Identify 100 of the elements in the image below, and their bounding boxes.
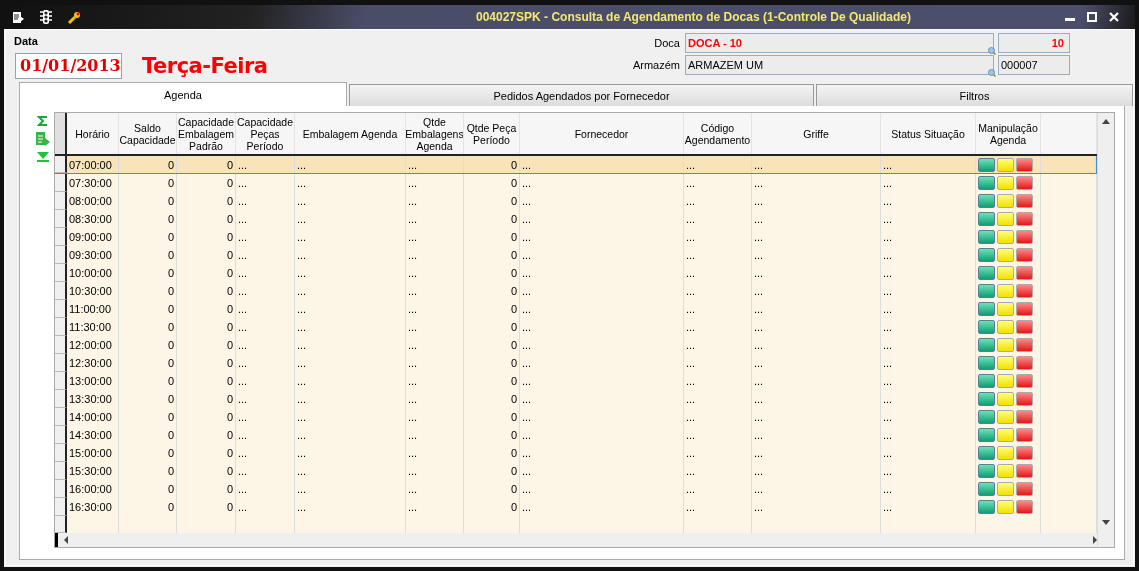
column-header[interactable]: Horário <box>67 113 119 154</box>
row-header[interactable] <box>55 408 67 426</box>
action-button[interactable] <box>978 230 995 244</box>
action-button[interactable] <box>1016 446 1033 460</box>
row-header[interactable] <box>55 426 67 444</box>
table-row[interactable]: 15:30:00 0 0 ... ... ... 0 ... ... ... ... <box>55 462 1097 480</box>
action-button[interactable] <box>978 266 995 280</box>
action-button[interactable] <box>978 284 995 298</box>
table-row[interactable]: 11:00:00 0 0 ... ... ... 0 ... ... ... ... <box>55 300 1097 318</box>
action-button[interactable] <box>997 284 1014 298</box>
traffic-light-icon[interactable] <box>39 9 53 25</box>
sigma-icon[interactable] <box>37 115 49 127</box>
action-button[interactable] <box>997 302 1014 316</box>
row-header[interactable] <box>55 192 67 210</box>
action-button[interactable] <box>997 157 1014 172</box>
document-arrow-icon[interactable] <box>12 10 25 24</box>
maximize-icon[interactable] <box>1087 12 1097 22</box>
tab[interactable]: Filtros <box>816 84 1133 106</box>
table-row[interactable]: 14:00:00 0 0 ... ... ... 0 ... ... ... ... <box>55 408 1097 426</box>
row-header[interactable] <box>55 246 67 264</box>
row-header[interactable] <box>55 300 67 318</box>
date-field[interactable]: 01/01/2013 <box>15 53 122 79</box>
table-row[interactable]: 12:00:00 0 0 ... ... ... 0 ... ... ... ... <box>55 336 1097 354</box>
action-button[interactable] <box>1016 176 1033 190</box>
table-row[interactable]: 08:30:00 0 0 ... ... ... 0 ... ... ... ... <box>55 210 1097 228</box>
wrench-icon[interactable] <box>67 9 82 25</box>
action-button[interactable] <box>978 482 995 496</box>
action-button[interactable] <box>978 392 995 406</box>
action-button[interactable] <box>978 500 995 514</box>
action-button[interactable] <box>978 320 995 334</box>
table-row[interactable]: 09:30:00 0 0 ... ... ... 0 ... ... ... ... <box>55 246 1097 264</box>
action-button[interactable] <box>1016 302 1033 316</box>
row-header[interactable] <box>55 174 67 192</box>
row-header[interactable] <box>55 264 67 282</box>
action-button[interactable] <box>997 194 1014 208</box>
row-header[interactable] <box>55 228 67 246</box>
action-button[interactable] <box>997 392 1014 406</box>
action-button[interactable] <box>1016 320 1033 334</box>
column-header[interactable]: Qtde Peça Período <box>464 113 520 154</box>
table-row[interactable]: 15:00:00 0 0 ... ... ... 0 ... ... ... ... <box>55 444 1097 462</box>
action-button[interactable] <box>997 176 1014 190</box>
action-button[interactable] <box>978 428 995 442</box>
action-button[interactable] <box>997 356 1014 370</box>
action-button[interactable] <box>978 194 995 208</box>
column-header[interactable]: Manipulação Agenda <box>976 113 1041 154</box>
table-row[interactable]: 07:00:00 0 0 ... ... ... 0 ... ... ... ... <box>55 156 1097 174</box>
action-button[interactable] <box>978 157 995 172</box>
action-button[interactable] <box>1016 284 1033 298</box>
arrow-down-icon[interactable] <box>36 151 50 163</box>
action-button[interactable] <box>997 338 1014 352</box>
close-icon[interactable] <box>1109 12 1119 22</box>
scroll-up-icon[interactable] <box>1102 119 1110 124</box>
search-icon[interactable] <box>988 47 996 55</box>
action-button[interactable] <box>1016 266 1033 280</box>
action-button[interactable] <box>997 230 1014 244</box>
action-button[interactable] <box>1016 410 1033 424</box>
action-button[interactable] <box>997 446 1014 460</box>
search-icon[interactable] <box>988 69 996 77</box>
action-button[interactable] <box>978 248 995 262</box>
action-button[interactable] <box>1016 428 1033 442</box>
action-button[interactable] <box>978 464 995 478</box>
row-header[interactable] <box>55 318 67 336</box>
action-button[interactable] <box>997 410 1014 424</box>
action-button[interactable] <box>997 464 1014 478</box>
column-header[interactable]: Saldo Capacidade <box>119 113 177 154</box>
action-button[interactable] <box>978 374 995 388</box>
action-button[interactable] <box>978 356 995 370</box>
column-header[interactable]: Código Agendamento <box>684 113 752 154</box>
action-button[interactable] <box>997 428 1014 442</box>
table-row[interactable]: 08:00:00 0 0 ... ... ... 0 ... ... ... ... <box>55 192 1097 210</box>
row-header[interactable] <box>55 156 67 173</box>
action-button[interactable] <box>978 176 995 190</box>
table-row[interactable]: 14:30:00 0 0 ... ... ... 0 ... ... ... ... <box>55 426 1097 444</box>
row-header[interactable] <box>55 210 67 228</box>
action-button[interactable] <box>997 320 1014 334</box>
action-button[interactable] <box>997 374 1014 388</box>
tab[interactable]: Pedidos Agendados por Fornecedor <box>349 84 814 106</box>
action-button[interactable] <box>1016 212 1033 226</box>
row-header[interactable] <box>55 336 67 354</box>
row-header[interactable] <box>55 444 67 462</box>
row-header[interactable] <box>55 354 67 372</box>
action-button[interactable] <box>1016 356 1033 370</box>
action-button[interactable] <box>1016 338 1033 352</box>
table-row[interactable]: 10:30:00 0 0 ... ... ... 0 ... ... ... ... <box>55 282 1097 300</box>
action-button[interactable] <box>978 446 995 460</box>
table-row[interactable]: 13:00:00 0 0 ... ... ... 0 ... ... ... ... <box>55 372 1097 390</box>
table-row[interactable]: 16:00:00 0 0 ... ... ... 0 ... ... ... ... <box>55 480 1097 498</box>
row-header[interactable] <box>55 498 67 516</box>
action-button[interactable] <box>1016 392 1033 406</box>
action-button[interactable] <box>1016 248 1033 262</box>
row-header[interactable] <box>55 282 67 300</box>
column-header[interactable]: Status Situação <box>881 113 976 154</box>
column-header[interactable]: Fornecedor <box>520 113 684 154</box>
action-button[interactable] <box>1016 500 1033 514</box>
column-header[interactable]: Qtde Embalagens Agenda <box>406 113 464 154</box>
action-button[interactable] <box>997 266 1014 280</box>
action-button[interactable] <box>997 500 1014 514</box>
armazem-field[interactable]: ARMAZEM UM <box>685 55 994 75</box>
action-button[interactable] <box>978 212 995 226</box>
action-button[interactable] <box>997 482 1014 496</box>
